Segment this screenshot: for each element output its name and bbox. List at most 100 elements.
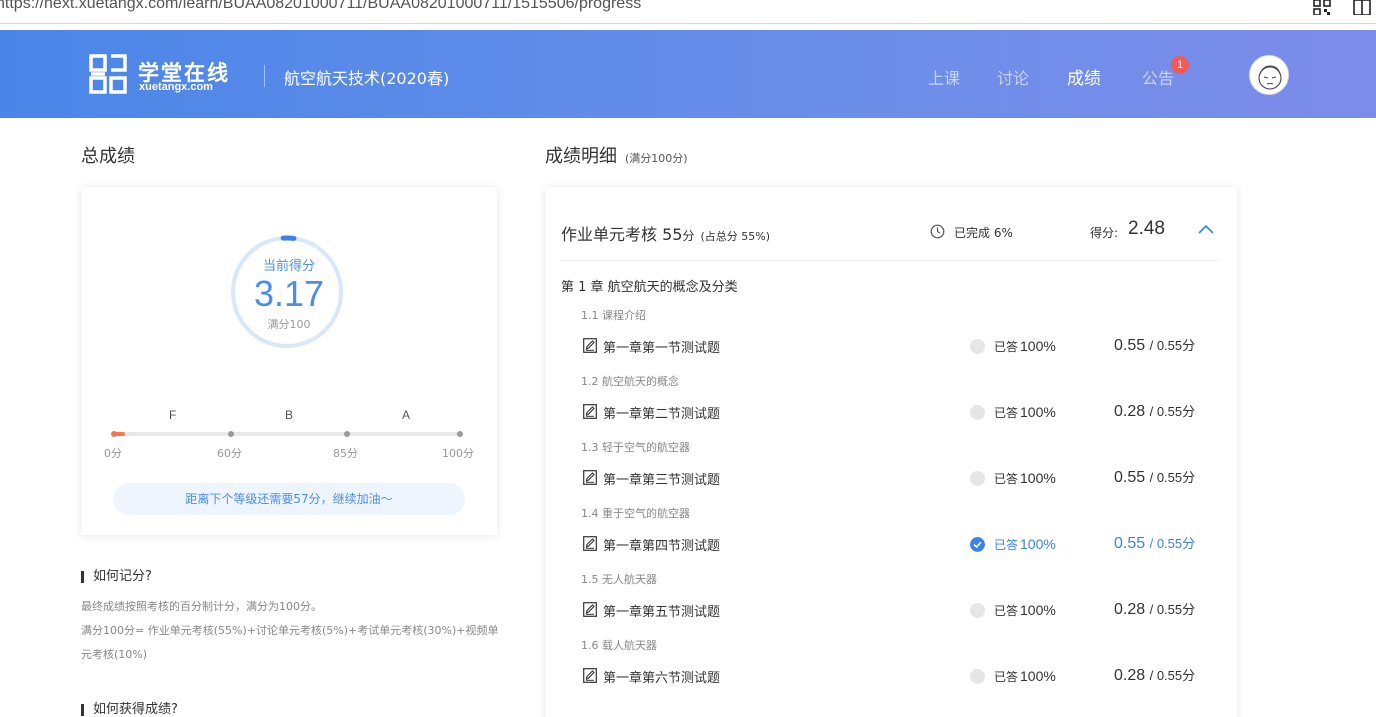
nav-item-class[interactable]: 上课	[928, 65, 960, 89]
quiz-row[interactable]: 第一章第五节测试题 已答 100% 0.28 / 0.55分	[545, 598, 1237, 622]
quiz-row[interactable]: 第一章第六节测试题 已答 100% 0.28 / 0.55分	[545, 664, 1237, 688]
grade-f: F	[169, 408, 177, 422]
quiz-score-value: 0.28	[1114, 601, 1146, 618]
chevron-up-icon[interactable]	[1197, 223, 1215, 235]
quiz-name[interactable]: 第一章第五节测试题	[603, 601, 720, 620]
how-to-get-title: 如何获得成绩?	[81, 703, 178, 716]
full-score-label: 满分100	[267, 318, 311, 331]
answer-percent: 100%	[1020, 470, 1056, 486]
edit-document-icon	[583, 668, 597, 683]
answer-status-label: 已答	[994, 406, 1019, 420]
quiz-score-value: 0.28	[1114, 667, 1146, 684]
answer-status-label: 已答	[994, 538, 1019, 552]
status-pending-icon	[970, 339, 985, 354]
score-detail-subtitle: (满分100分)	[625, 152, 688, 165]
how-to-score-text-2: 满分100分= 作业单元考核(55%)+讨论单元考核(5%)+考试单元考核(30…	[81, 624, 499, 661]
quiz-name[interactable]: 第一章第六节测试题	[603, 667, 720, 686]
grade-a: A	[402, 408, 411, 422]
quiz-score-max: / 0.55分	[1149, 338, 1196, 353]
quiz-score-value: 0.55	[1114, 337, 1146, 354]
section-title: 1.1 课程介绍	[581, 309, 646, 322]
quiz-score-max: / 0.55分	[1149, 536, 1196, 551]
quiz-score: 0.55 / 0.55分	[1114, 335, 1195, 355]
grade-dot-100	[457, 431, 463, 437]
score-detail-card: 作业单元考核 55分 (占总分 55%) 已完成 6% 得分: 2.48 第 1 …	[545, 187, 1237, 717]
section-title: 1.6 载人航天器	[581, 639, 657, 652]
section-title: 1.4 重于空气的航空器	[581, 507, 690, 520]
course-title: 航空航天技术(2020春)	[284, 69, 450, 88]
nav-item-discussion[interactable]: 讨论	[997, 65, 1029, 89]
brand-domain: xuetangx.com	[139, 81, 213, 93]
score-detail-heading: 成绩明细	[545, 146, 617, 167]
quiz-row[interactable]: 第一章第二节测试题 已答 100% 0.28 / 0.55分	[545, 400, 1237, 424]
quiz-score: 0.28 / 0.55分	[1114, 665, 1195, 685]
notice-badge: 1	[1171, 56, 1189, 74]
answer-status: 已答 100%	[994, 668, 1056, 685]
quiz-row[interactable]: 第一章第三节测试题 已答 100% 0.55 / 0.55分	[545, 466, 1237, 490]
tick-85: 85分	[333, 447, 358, 460]
address-url[interactable]: https://next.xuetangx.com/learn/BUAA0820…	[0, 0, 641, 13]
grade-track	[114, 432, 460, 436]
answer-percent: 100%	[1020, 602, 1056, 618]
status-pending-icon	[970, 669, 985, 684]
header-divider	[264, 65, 265, 87]
next-grade-tip: 距离下个等级还需要57分，继续加油～	[113, 483, 465, 515]
quiz-name[interactable]: 第一章第三节测试题	[603, 469, 720, 488]
unit-points: 55	[662, 225, 683, 244]
site-header: 学堂在线 xuetangx.com 航空航天技术(2020春) 上课 讨论 成绩…	[0, 30, 1376, 118]
quiz-score: 0.55 / 0.55分	[1114, 533, 1195, 553]
answer-percent: 100%	[1020, 404, 1056, 420]
clock-icon	[930, 224, 945, 239]
xuetangx-logo-icon[interactable]	[88, 53, 128, 95]
status-pending-icon	[970, 603, 985, 618]
edit-document-icon	[583, 404, 597, 419]
unit-score-value: 2.48	[1128, 218, 1165, 239]
how-to-score-text-1: 最终成绩按照考核的百分制计分，满分为100分。	[81, 600, 322, 613]
answer-status-label: 已答	[994, 604, 1019, 618]
answer-status: 已答 100%	[994, 536, 1056, 553]
quiz-score-max: / 0.55分	[1149, 404, 1196, 419]
status-pending-icon	[970, 405, 985, 420]
check-circle-icon	[970, 537, 985, 552]
grade-dot-0	[111, 431, 117, 437]
how-to-score-title: 如何记分?	[81, 570, 152, 583]
answer-status-label: 已答	[994, 472, 1019, 486]
quiz-name[interactable]: 第一章第二节测试题	[603, 403, 720, 422]
qr-code-icon[interactable]	[1313, 0, 1331, 15]
unit-title[interactable]: 作业单元考核 55分 (占总分 55%)	[561, 221, 770, 245]
answer-status: 已答 100%	[994, 404, 1056, 421]
tick-100: 100分	[442, 447, 474, 460]
quiz-score: 0.28 / 0.55分	[1114, 599, 1195, 619]
edit-document-icon	[583, 536, 597, 551]
quiz-row[interactable]: 第一章第一节测试题 已答 100% 0.55 / 0.55分	[545, 334, 1237, 358]
answer-status-label: 已答	[994, 670, 1019, 684]
unit-points-unit: 分	[682, 229, 695, 243]
quiz-name[interactable]: 第一章第一节测试题	[603, 337, 720, 356]
chapter-title: 第 1 章 航空航天的概念及分类	[561, 280, 738, 295]
grade-dot-85	[344, 431, 350, 437]
quiz-name[interactable]: 第一章第四节测试题	[603, 535, 720, 554]
quiz-score: 0.55 / 0.55分	[1114, 467, 1195, 487]
tick-60: 60分	[217, 447, 242, 460]
unit-completion: 已完成 6%	[954, 224, 1013, 241]
answer-status: 已答 100%	[994, 602, 1056, 619]
current-score-label: 当前得分	[262, 259, 315, 274]
unit-score-label: 得分:	[1090, 226, 1119, 240]
grade-b: B	[285, 408, 294, 422]
completion-label: 已完成	[954, 226, 991, 240]
browser-address-bar: https://next.xuetangx.com/learn/BUAA0820…	[0, 0, 1376, 24]
edit-document-icon	[583, 602, 597, 617]
user-avatar[interactable]	[1249, 55, 1289, 95]
tick-0: 0分	[104, 447, 122, 460]
nav-item-grades[interactable]: 成绩	[1067, 64, 1101, 89]
quiz-score: 0.28 / 0.55分	[1114, 401, 1195, 421]
quiz-row[interactable]: 第一章第四节测试题 已答 100% 0.55 / 0.55分	[545, 532, 1237, 556]
answer-percent: 100%	[1020, 338, 1056, 354]
edit-document-icon	[583, 338, 597, 353]
answer-percent: 100%	[1020, 668, 1056, 684]
reader-mode-icon[interactable]	[1353, 0, 1371, 15]
quiz-score-value: 0.55	[1114, 535, 1146, 552]
nav-item-notice[interactable]: 公告	[1142, 65, 1174, 89]
quiz-score-value: 0.28	[1114, 403, 1146, 420]
unit-name: 作业单元考核	[561, 225, 658, 244]
